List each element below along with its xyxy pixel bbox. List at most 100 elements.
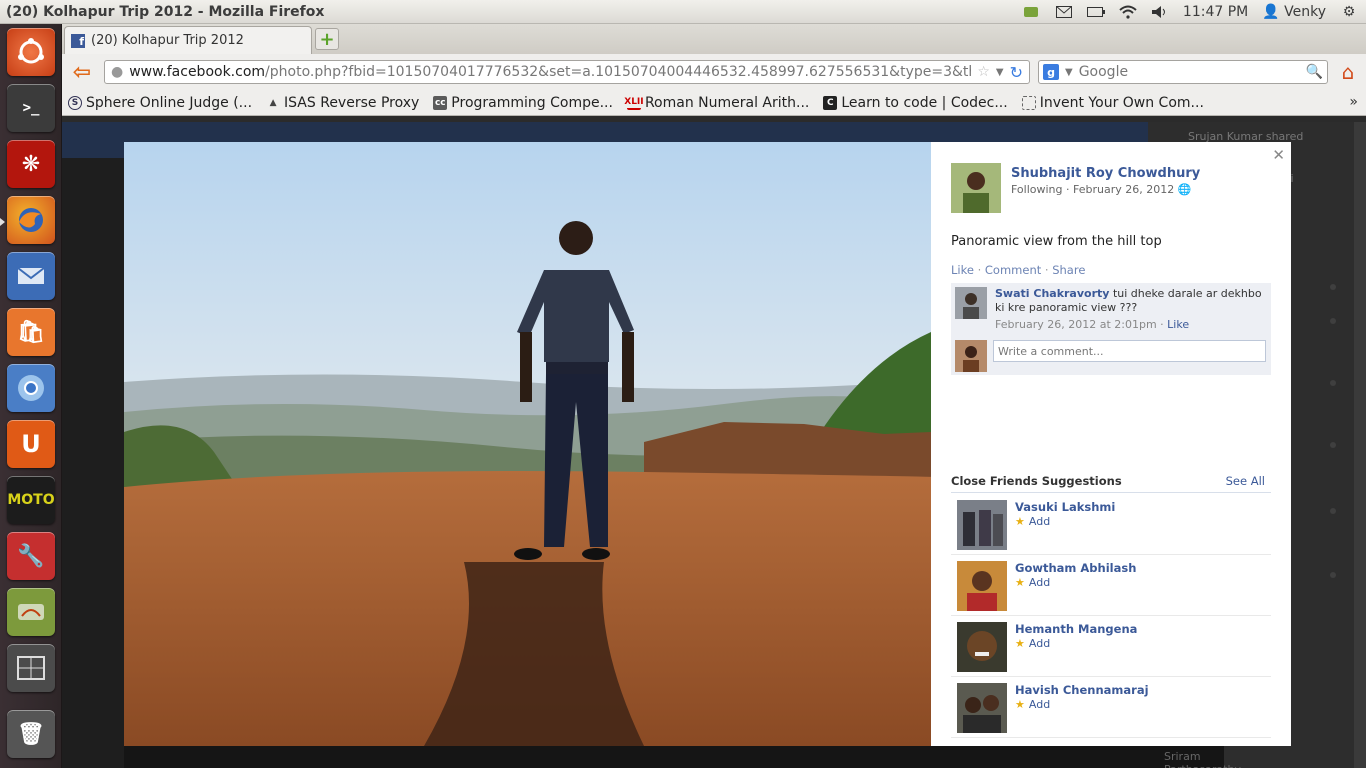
owner-avatar[interactable] <box>951 163 1001 213</box>
gear-icon[interactable]: ⚙ <box>1340 4 1358 20</box>
bookmark-item[interactable]: XLII Roman Numeral Arith... <box>624 95 809 111</box>
star-icon: ★ <box>1015 576 1025 589</box>
suggestion-avatar[interactable] <box>957 561 1007 611</box>
suggestion-name[interactable]: Hemanth Mangena <box>1015 622 1137 636</box>
unity-launcher: >_ ❋ 🛍 U MOTO 🔧 🗑 <box>0 24 62 768</box>
site-identity-icon[interactable]: ● <box>111 64 123 80</box>
bookmarks-overflow-icon[interactable]: » <box>1349 94 1358 110</box>
photo-strip-dimmed: Sriram Parthasarathy <box>124 746 1241 768</box>
comment-link[interactable]: Comment <box>985 263 1041 277</box>
thunderbird-icon[interactable] <box>7 252 55 300</box>
mail-icon[interactable] <box>1055 4 1073 20</box>
suggestion-name[interactable]: Vasuki Lakshmi <box>1015 500 1115 514</box>
photo-actions: Like · Comment · Share <box>951 263 1086 277</box>
chat-search-text: Sriram Parthasarathy <box>1164 750 1241 768</box>
ubuntu-one-icon[interactable]: U <box>7 420 55 468</box>
search-bar[interactable]: g ▼ Google 🔍 <box>1038 60 1328 84</box>
audience-globe-icon[interactable]: 🌐 <box>1178 183 1192 196</box>
ticker-dot <box>1330 442 1336 448</box>
wifi-icon[interactable] <box>1119 4 1137 20</box>
commenter-name[interactable]: Swati Chakravorty <box>995 287 1109 300</box>
add-friend-link[interactable]: ★ Add <box>1015 576 1050 589</box>
tab-bar: f (20) Kolhapur Trip 2012 + <box>62 24 1366 54</box>
firefox-window: f (20) Kolhapur Trip 2012 + ⇦ ● www.face… <box>62 24 1366 768</box>
clock[interactable]: 11:47 PM <box>1183 4 1248 20</box>
suggestion-name[interactable]: Gowtham Abhilash <box>1015 561 1136 575</box>
close-icon[interactable]: ✕ <box>1272 146 1285 164</box>
url-dropdown-icon[interactable]: ▼ <box>996 67 1004 78</box>
comments-box: Swati Chakravorty tui dheke darale ar de… <box>951 283 1271 375</box>
commenter-avatar[interactable] <box>955 287 987 319</box>
page-content: Srujan Kumar shared sugurthi <box>62 122 1366 768</box>
photo-side-panel: ✕ Shubhajit Roy Chowdhury Following · Fe… <box>931 142 1291 746</box>
google-engine-icon[interactable]: g <box>1043 64 1059 80</box>
comment-item: Swati Chakravorty tui dheke darale ar de… <box>995 287 1265 332</box>
bookmark-item[interactable]: ▲ ISAS Reverse Proxy <box>266 95 420 111</box>
firefox-icon[interactable] <box>7 196 55 244</box>
bookmark-star-icon[interactable]: ☆ <box>977 64 990 80</box>
software-center-icon[interactable]: 🛍 <box>7 308 55 356</box>
power-icon[interactable] <box>1086 4 1105 20</box>
home-icon[interactable]: ⌂ <box>1336 60 1360 84</box>
like-link[interactable]: Like <box>951 263 974 277</box>
bookmark-item[interactable]: Invent Your Own Com... <box>1021 95 1204 111</box>
motox-icon[interactable]: MOTO <box>7 476 55 524</box>
suggestion-item: Havish Chennamaraj ★ Add <box>951 677 1271 738</box>
divider <box>951 492 1271 493</box>
share-link[interactable]: Share <box>1052 263 1085 277</box>
photo-caption: Panoramic view from the hill top <box>951 234 1162 249</box>
search-input[interactable]: Google <box>1079 64 1300 80</box>
url-bar[interactable]: ● www.facebook.com/photo.php?fbid=101507… <box>104 60 1030 84</box>
page-scrollbar[interactable] <box>1354 122 1366 768</box>
suggestion-name[interactable]: Havish Chennamaraj <box>1015 683 1149 697</box>
comment-like-link[interactable]: Like <box>1167 318 1189 331</box>
see-all-link[interactable]: See All <box>1226 474 1265 488</box>
add-friend-link[interactable]: ★ Add <box>1015 515 1050 528</box>
top-panel: (20) Kolhapur Trip 2012 - Mozilla Firefo… <box>0 0 1366 24</box>
user-name: Venky <box>1284 3 1326 20</box>
photo-theater: ✕ Shubhajit Roy Chowdhury Following · Fe… <box>124 142 1291 746</box>
dash-home-icon[interactable] <box>7 28 55 76</box>
owner-name-link[interactable]: Shubhajit Roy Chowdhury <box>1011 166 1200 181</box>
terminal-icon[interactable]: >_ <box>7 84 55 132</box>
owner-meta: Following · February 26, 2012 🌐 <box>1011 183 1192 196</box>
engine-dropdown-icon[interactable]: ▼ <box>1065 67 1073 78</box>
ticker-dot <box>1330 572 1336 578</box>
isas-icon: ▲ <box>269 97 277 108</box>
system-settings-icon[interactable]: 🔧 <box>7 532 55 580</box>
codechef-icon: cc <box>433 95 448 110</box>
spoj-icon: S <box>68 95 82 110</box>
acrobat-reader-icon[interactable]: ❋ <box>7 140 55 188</box>
navigation-bar: ⇦ ● www.facebook.com/photo.php?fbid=1015… <box>62 54 1366 90</box>
disk-usage-icon[interactable] <box>7 588 55 636</box>
suggestion-item: Hemanth Mangena ★ Add <box>951 616 1271 677</box>
bookmarks-toolbar: S Sphere Online Judge (... ▲ ISAS Reverse … <box>62 90 1366 116</box>
search-icon[interactable]: 🔍 <box>1306 64 1323 80</box>
my-avatar <box>955 340 987 372</box>
bookmark-item[interactable]: S Sphere Online Judge (... <box>68 95 252 111</box>
new-tab-button[interactable]: + <box>315 28 339 50</box>
user-menu[interactable]: 👤 Venky <box>1262 4 1326 20</box>
window-title: (20) Kolhapur Trip 2012 - Mozilla Firefo… <box>6 3 325 20</box>
tab-title: (20) Kolhapur Trip 2012 <box>91 33 244 48</box>
reload-icon[interactable]: ↻ <box>1010 63 1023 82</box>
add-friend-link[interactable]: ★ Add <box>1015 698 1050 711</box>
trash-icon[interactable]: 🗑 <box>7 710 55 758</box>
volume-icon[interactable] <box>1151 4 1169 20</box>
page-icon <box>1021 95 1036 110</box>
workspace-switcher-icon[interactable] <box>7 644 55 692</box>
bookmark-item[interactable]: C Learn to code | Codec... <box>823 95 1008 111</box>
bookmark-item[interactable]: cc Programming Compe... <box>433 95 613 111</box>
back-button[interactable]: ⇦ <box>68 59 96 85</box>
suggestion-avatar[interactable] <box>957 683 1007 733</box>
comment-meta: February 26, 2012 at 2:01pm · Like <box>995 318 1190 331</box>
tab-active[interactable]: f (20) Kolhapur Trip 2012 <box>64 26 312 54</box>
star-icon: ★ <box>1015 698 1025 711</box>
suggestion-avatar[interactable] <box>957 622 1007 672</box>
add-friend-link[interactable]: ★ Add <box>1015 637 1050 650</box>
chromium-icon[interactable] <box>7 364 55 412</box>
photo-image[interactable] <box>124 142 931 746</box>
battery-indicator-icon[interactable] <box>1023 4 1041 20</box>
suggestion-avatar[interactable] <box>957 500 1007 550</box>
write-comment-input[interactable]: Write a comment... <box>993 340 1266 362</box>
